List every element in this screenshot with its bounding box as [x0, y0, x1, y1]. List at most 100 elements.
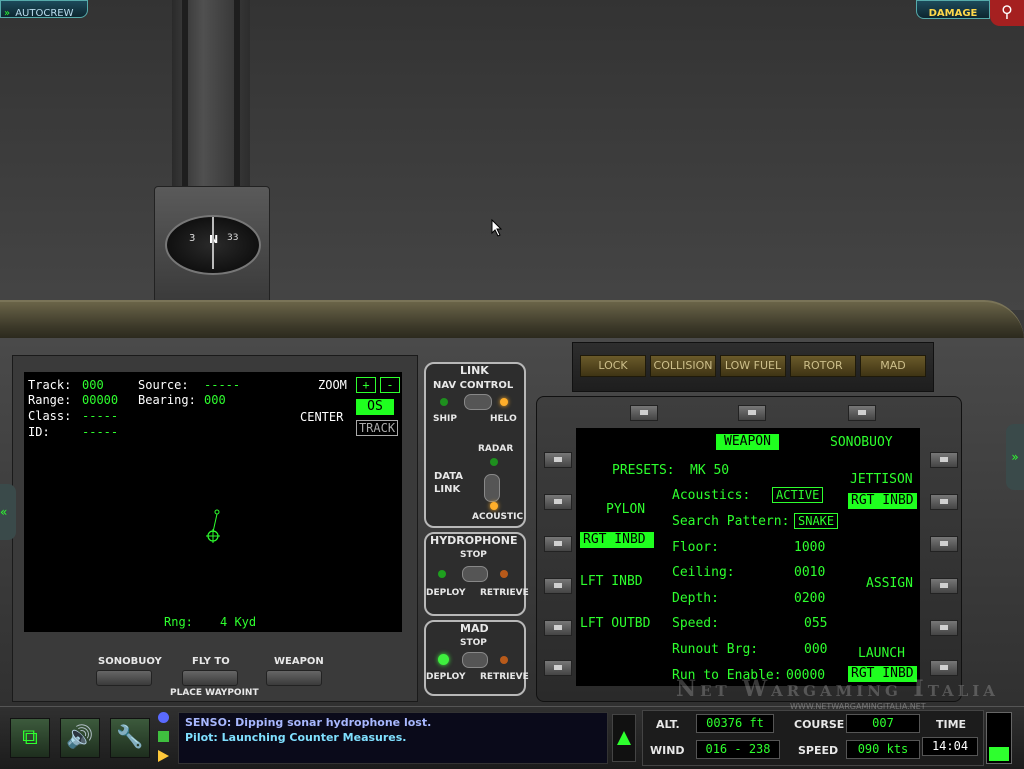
class-label: Class:	[28, 409, 72, 423]
runout-brg-value[interactable]: 000	[804, 642, 827, 657]
ship-led	[440, 398, 448, 406]
warning-collision: COLLISION	[650, 355, 716, 377]
acoustic-label: ACOUSTIC	[472, 512, 524, 522]
weapon-mfd-screen: WEAPON SONOBUOY PRESETS: MK 50 PYLON RGT…	[576, 428, 920, 686]
search-pattern-label: Search Pattern:	[672, 514, 790, 529]
floor-label: Floor:	[672, 540, 719, 555]
radar-led	[490, 458, 498, 466]
autocrew-label: AUTOCREW	[15, 8, 74, 19]
ceiling-value[interactable]: 0010	[794, 565, 825, 580]
ship-label: SHIP	[433, 414, 457, 424]
message-log: SENSO: Dipping sonar hydrophone lost. Pi…	[178, 712, 608, 764]
center-track-button[interactable]: TRACK	[356, 420, 398, 436]
wrench-icon[interactable]: 🔧	[110, 718, 150, 758]
pylon-lft-outbd[interactable]: LFT OUTBD	[580, 616, 650, 631]
compass-housing: 3 N 33	[154, 186, 270, 304]
mad-panel: MAD STOP DEPLOY RETRIEVE	[424, 620, 529, 696]
runout-brg-label: Runout Brg:	[672, 642, 759, 657]
mfd-left-button-3[interactable]	[544, 536, 572, 552]
speed-value[interactable]: 055	[804, 616, 827, 631]
weapon-waypoint-button[interactable]	[266, 670, 322, 686]
depth-label: Depth:	[672, 591, 719, 606]
hydrophone-deploy-led	[438, 570, 446, 578]
track-value: 000	[82, 378, 104, 392]
mfd-left-button-2[interactable]	[544, 494, 572, 510]
sonobuoy-button[interactable]	[96, 670, 152, 686]
place-waypoint-label: PLACE WAYPOINT	[170, 688, 259, 698]
tactical-display[interactable]: Track: 000 Source: ----- Range: 00000 Be…	[24, 372, 402, 632]
sonobuoy-tab[interactable]: SONOBUOY	[830, 435, 893, 450]
mad-title: MAD	[460, 622, 489, 635]
nav-control-switch[interactable]	[464, 394, 492, 410]
compass-mark: 33	[227, 233, 239, 243]
mfd-top-button-1[interactable]	[630, 405, 658, 421]
data-link-label: DATA LINK	[434, 471, 464, 495]
watermark-url: WWW.NETWARGAMINGITALIA.NET	[790, 702, 926, 711]
message-filter-green-icon[interactable]	[158, 731, 169, 742]
hydrophone-switch[interactable]	[462, 566, 488, 582]
floor-value[interactable]: 1000	[794, 540, 825, 555]
mfd-right-button-2[interactable]	[930, 494, 958, 510]
wind-value: 016 - 238	[696, 740, 780, 759]
time-label: TIME	[936, 718, 967, 731]
message-play-icon[interactable]	[158, 750, 169, 762]
id-value: -----	[82, 425, 119, 439]
sound-icon[interactable]: 🔊	[60, 718, 100, 758]
magnifier-icon[interactable]: ⚲	[990, 0, 1024, 26]
mfd-right-button-4[interactable]	[930, 578, 958, 594]
hydrophone-panel: HYDROPHONE STOP DEPLOY RETRIEVE	[424, 532, 529, 616]
compass-mark: 3	[189, 233, 196, 244]
range-label: Range:	[28, 393, 72, 407]
damage-button[interactable]: DAMAGE	[916, 0, 990, 19]
mfd-right-button-5[interactable]	[930, 620, 958, 636]
left-nav-arrow[interactable]: «	[0, 484, 16, 540]
right-nav-arrow[interactable]: »	[1006, 424, 1024, 490]
assign-label: ASSIGN	[866, 576, 913, 591]
presets-value: MK 50	[690, 463, 730, 478]
acoustics-value[interactable]: ACTIVE	[772, 487, 824, 503]
mfd-left-button-6[interactable]	[544, 660, 572, 676]
fuel-gauge	[986, 712, 1012, 764]
rng-label: Rng:	[164, 615, 193, 629]
mfd-right-button-6[interactable]	[930, 660, 958, 676]
search-pattern-value[interactable]: SNAKE	[794, 513, 839, 529]
id-label: ID:	[28, 425, 50, 439]
windows-icon[interactable]: ⧉	[10, 718, 50, 758]
zoom-in-button[interactable]: +	[356, 377, 376, 393]
speed-value: 090 kts	[846, 740, 920, 759]
mfd-left-button-4[interactable]	[544, 578, 572, 594]
message-scroll-up-button[interactable]	[612, 714, 636, 762]
warning-low-fuel: LOW FUEL	[720, 355, 786, 377]
mfd-top-button-3[interactable]	[848, 405, 876, 421]
zoom-out-button[interactable]: -	[380, 377, 400, 393]
message-line: SENSO: Dipping sonar hydrophone lost.	[185, 716, 432, 729]
course-label: COURSE	[794, 718, 845, 731]
fly-to-button[interactable]	[182, 670, 238, 686]
mfd-top-button-2[interactable]	[738, 405, 766, 421]
autocrew-button[interactable]: » AUTOCREW	[0, 0, 88, 19]
message-filter-blue-icon[interactable]	[158, 712, 169, 723]
link-title: LINK	[460, 364, 489, 377]
mfd-left-button-1[interactable]	[544, 452, 572, 468]
mfd-left-button-5[interactable]	[544, 620, 572, 636]
center-os-button[interactable]: OS	[356, 399, 394, 415]
mad-stop-label: STOP	[460, 638, 487, 648]
pylon-label: PYLON	[606, 502, 646, 517]
time-value: 14:04	[922, 737, 978, 756]
mfd-right-button-3[interactable]	[930, 536, 958, 552]
depth-value[interactable]: 0200	[794, 591, 825, 606]
speed-label: Speed:	[672, 616, 719, 631]
nav-control-label: NAV CONTROL	[433, 380, 514, 391]
mad-switch[interactable]	[462, 652, 488, 668]
jettison-value[interactable]: RGT INBD	[848, 493, 917, 509]
magnetic-compass: 3 N 33	[165, 215, 261, 275]
pylon-rgt-inbd[interactable]: RGT INBD	[580, 532, 654, 548]
mfd-right-button-1[interactable]	[930, 452, 958, 468]
alt-label: ALT.	[656, 718, 680, 731]
pylon-lft-inbd[interactable]: LFT INBD	[580, 574, 643, 589]
fly-to-button-label: FLY TO	[192, 656, 230, 667]
presets-label: PRESETS:	[612, 463, 675, 478]
data-link-switch[interactable]	[484, 474, 500, 502]
range-value: 00000	[82, 393, 119, 407]
weapon-tab[interactable]: WEAPON	[716, 434, 779, 450]
